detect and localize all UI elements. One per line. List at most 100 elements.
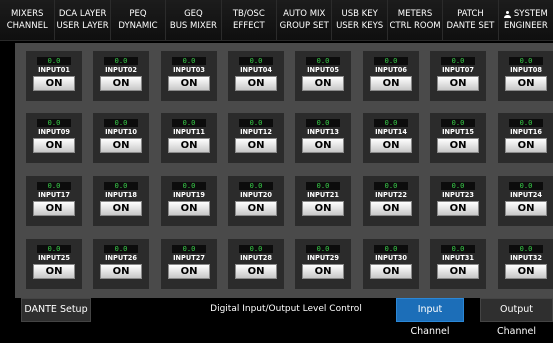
nav-tab-line1-label: PATCH	[457, 9, 484, 19]
level-readout: 0.0	[306, 119, 340, 127]
channel-on-button[interactable]: ON	[505, 201, 547, 216]
nav-tab-group-set[interactable]: AUTO MIX GROUP SET	[277, 0, 333, 40]
channel-name: INPUT05	[307, 66, 339, 74]
channel-on-button[interactable]: ON	[33, 76, 75, 91]
nav-tab-line1-label: SYSTEM	[513, 9, 548, 19]
level-readout: 0.0	[306, 245, 340, 253]
nav-tab-engineer[interactable]: SYSTEM ENGINEER	[498, 0, 553, 40]
level-readout: 0.0	[441, 182, 475, 190]
channel-name: INPUT25	[38, 254, 70, 262]
channel-grid-panel: 0.0 INPUT01 ON 0.0 INPUT02 ON 0.0 INPUT03 ON 0.0 I…	[15, 43, 553, 298]
nav-tab-user-keys[interactable]: USB KEY USER KEYS	[332, 0, 388, 40]
channel-on-button[interactable]: ON	[505, 138, 547, 153]
channel-on-button[interactable]: ON	[505, 76, 547, 91]
channel-on-button[interactable]: ON	[370, 138, 412, 153]
level-readout: 0.0	[239, 245, 273, 253]
nav-tab-line1-label: PEQ	[129, 9, 147, 19]
channel-name: INPUT19	[173, 191, 205, 199]
channel-strip: 0.0 INPUT02 ON	[93, 51, 149, 101]
output-channel-button[interactable]: Output Channel	[480, 298, 553, 337]
nav-tab-line1-label: AUTO MIX	[283, 9, 326, 19]
channel-name: INPUT31	[442, 254, 474, 262]
channel-strip: 0.0 INPUT17 ON	[26, 176, 82, 226]
level-readout: 0.0	[374, 245, 408, 253]
level-readout: 0.0	[509, 119, 543, 127]
nav-tab-ctrl-room[interactable]: METERS CTRL ROOM	[387, 0, 444, 40]
channel-name: INPUT20	[240, 191, 272, 199]
channel-on-button[interactable]: ON	[302, 201, 344, 216]
channel-on-button[interactable]: ON	[437, 76, 479, 91]
nav-tab-line1-label: DCA LAYER	[58, 9, 107, 19]
channel-strip: 0.0 INPUT24 ON	[498, 176, 553, 226]
channel-strip: 0.0 INPUT22 ON	[363, 176, 419, 226]
channel-strip: 0.0 INPUT27 ON	[161, 239, 217, 289]
channel-strip: 0.0 INPUT05 ON	[295, 51, 351, 101]
channel-strip: 0.0 INPUT16 ON	[498, 113, 553, 163]
channel-on-button[interactable]: ON	[370, 201, 412, 216]
channel-on-button[interactable]: ON	[302, 264, 344, 279]
channel-on-button[interactable]: ON	[235, 201, 277, 216]
nav-tab-channel[interactable]: MIXERS CHANNEL	[0, 0, 56, 40]
channel-on-button[interactable]: ON	[302, 76, 344, 91]
channel-name: INPUT07	[442, 66, 474, 74]
input-channel-button[interactable]: Input Channel	[396, 298, 464, 337]
channel-name: INPUT03	[173, 66, 205, 74]
nav-tab-line2-label: CTRL ROOM	[389, 21, 441, 31]
channel-strip: 0.0 INPUT09 ON	[26, 113, 82, 163]
channel-on-button[interactable]: ON	[302, 138, 344, 153]
channel-name: INPUT12	[240, 128, 272, 136]
channel-strip: 0.0 INPUT04 ON	[228, 51, 284, 101]
channel-on-button[interactable]: ON	[437, 138, 479, 153]
channel-name: INPUT24	[510, 191, 542, 199]
channel-on-button[interactable]: ON	[168, 264, 210, 279]
channel-on-button[interactable]: ON	[168, 201, 210, 216]
channel-on-button[interactable]: ON	[437, 201, 479, 216]
level-readout: 0.0	[374, 57, 408, 65]
channel-strip: 0.0 INPUT30 ON	[363, 239, 419, 289]
nav-tab-line1-label: TB/OSC	[232, 9, 265, 19]
channel-strip: 0.0 INPUT11 ON	[161, 113, 217, 163]
channel-name: INPUT08	[510, 66, 542, 74]
channel-on-button[interactable]: ON	[168, 76, 210, 91]
channel-name: INPUT23	[442, 191, 474, 199]
channel-on-button[interactable]: ON	[235, 138, 277, 153]
channel-on-button[interactable]: ON	[33, 138, 75, 153]
channel-on-button[interactable]: ON	[100, 138, 142, 153]
top-navigation-bar: MIXERS CHANNEL DCA LAYER USER LAYER PEQ DYNAM…	[0, 0, 553, 41]
nav-tab-line2-label: DANTE SET	[446, 21, 495, 31]
channel-name: INPUT13	[307, 128, 339, 136]
channel-on-button[interactable]: ON	[370, 264, 412, 279]
nav-tab-line1: METERS	[398, 8, 433, 20]
nav-tab-line2-label: USER KEYS	[336, 21, 384, 31]
nav-tab-dynamic[interactable]: PEQ DYNAMIC	[110, 0, 167, 40]
channel-on-button[interactable]: ON	[33, 201, 75, 216]
channel-on-button[interactable]: ON	[235, 264, 277, 279]
nav-tab-line2-label: CHANNEL	[6, 21, 48, 31]
nav-tab-effect[interactable]: TB/OSC EFFECT	[221, 0, 278, 40]
channel-name: INPUT14	[375, 128, 407, 136]
level-readout: 0.0	[104, 119, 138, 127]
dante-setup-button[interactable]: DANTE Setup	[21, 298, 91, 322]
channel-on-button[interactable]: ON	[505, 264, 547, 279]
channel-name: INPUT17	[38, 191, 70, 199]
nav-tab-line1: MIXERS	[11, 8, 43, 20]
level-readout: 0.0	[374, 182, 408, 190]
level-readout: 0.0	[172, 57, 206, 65]
channel-on-button[interactable]: ON	[168, 138, 210, 153]
nav-tab-user-layer[interactable]: DCA LAYER USER LAYER	[55, 0, 111, 40]
channel-strip: 0.0 INPUT14 ON	[363, 113, 419, 163]
channel-on-button[interactable]: ON	[33, 264, 75, 279]
nav-tab-line1: DCA LAYER	[59, 8, 107, 20]
nav-tab-bus-mixer[interactable]: GEQ BUS MIXER	[166, 0, 222, 40]
channel-name: INPUT06	[375, 66, 407, 74]
channel-on-button[interactable]: ON	[437, 264, 479, 279]
channel-name: INPUT10	[105, 128, 137, 136]
channel-on-button[interactable]: ON	[235, 76, 277, 91]
channel-on-button[interactable]: ON	[100, 264, 142, 279]
channel-name: INPUT26	[105, 254, 137, 262]
channel-on-button[interactable]: ON	[370, 76, 412, 91]
nav-tab-dante-set[interactable]: PATCH DANTE SET	[443, 0, 499, 40]
channel-on-button[interactable]: ON	[100, 201, 142, 216]
channel-on-button[interactable]: ON	[100, 76, 142, 91]
level-readout: 0.0	[306, 57, 340, 65]
